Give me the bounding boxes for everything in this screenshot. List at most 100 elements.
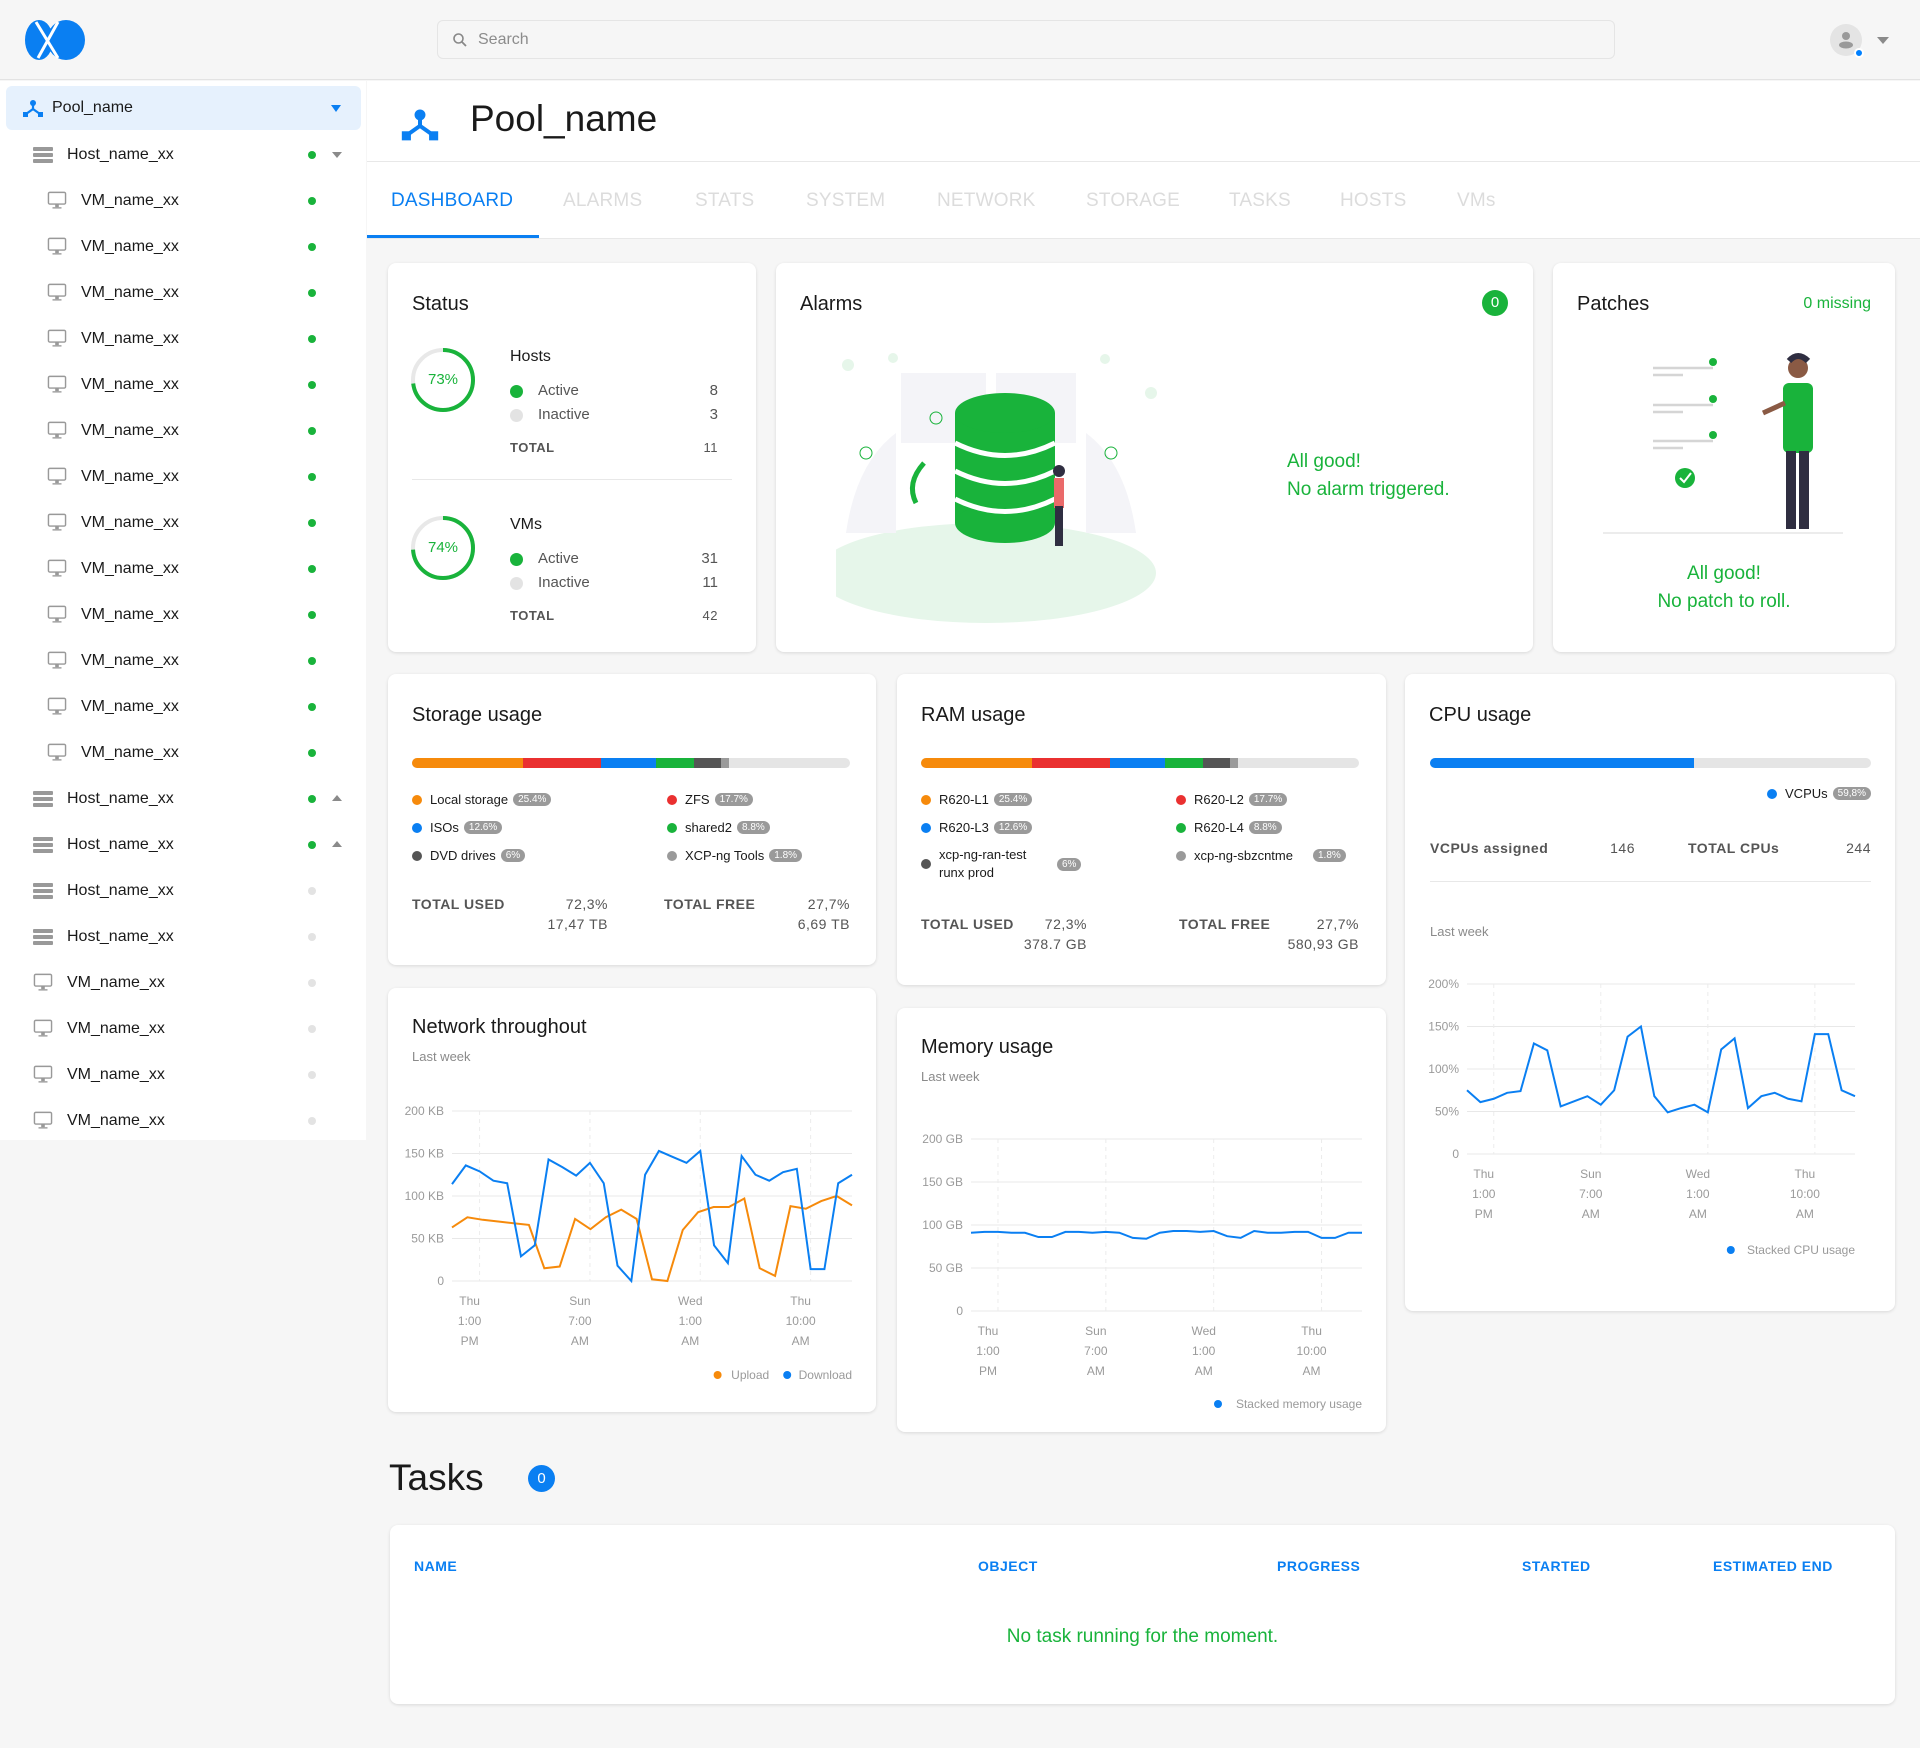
- ram-total-free-label: TOTAL FREE: [1179, 916, 1271, 932]
- column-progress[interactable]: PROGRESS: [1277, 1558, 1360, 1574]
- sidebar-item-vm[interactable]: VM_name_xx: [0, 316, 366, 362]
- chevron-down-icon[interactable]: [331, 105, 341, 112]
- vms-inactive-label: Inactive: [538, 574, 590, 591]
- tab-system[interactable]: SYSTEM: [806, 190, 885, 212]
- sidebar-item-host[interactable]: Host_name_xx: [0, 132, 366, 178]
- column-object[interactable]: OBJECT: [978, 1558, 1038, 1574]
- tab-tasks[interactable]: TASKS: [1229, 190, 1291, 212]
- tab-vms[interactable]: VMs: [1457, 190, 1496, 212]
- search-icon: [453, 32, 467, 47]
- tab-hosts[interactable]: HOSTS: [1340, 190, 1406, 212]
- search-input[interactable]: [478, 30, 1478, 49]
- bar-segment: [523, 758, 601, 768]
- chevron-up-icon[interactable]: [332, 795, 342, 801]
- tab-alarms[interactable]: ALARMS: [563, 190, 642, 212]
- legend-item: xcp-ng-sbzcntme 1.8%: [1176, 848, 1346, 863]
- sidebar-item-host[interactable]: Host_name_xx: [0, 868, 366, 914]
- tasks-table: [390, 1525, 1895, 1704]
- x-tick-label: AM: [1195, 1364, 1213, 1378]
- legend-label: Download: [799, 1368, 852, 1382]
- sidebar-item-vm[interactable]: VM_name_xx: [0, 730, 366, 776]
- sidebar-item-vm[interactable]: VM_name_xx: [0, 684, 366, 730]
- status-title: Status: [412, 293, 469, 315]
- chevron-down-icon[interactable]: [332, 152, 342, 158]
- x-tick-label: 10:00: [1297, 1344, 1327, 1358]
- y-tick-label: 200 KB: [405, 1104, 444, 1118]
- sidebar-item-label: VM_name_xx: [67, 1020, 165, 1037]
- y-tick-label: 150%: [1428, 1020, 1459, 1034]
- sidebar-item-vm[interactable]: VM_name_xx: [0, 592, 366, 638]
- sidebar-item-vm[interactable]: VM_name_xx: [0, 408, 366, 454]
- tab-network[interactable]: NETWORK: [937, 190, 1036, 212]
- cpu-legend-vcpus: VCPUs 59,8%: [1767, 786, 1871, 801]
- sidebar-item-vm[interactable]: VM_name_xx: [0, 500, 366, 546]
- bar-segment: [1229, 758, 1238, 768]
- x-tick-label: 1:00: [679, 1314, 703, 1328]
- chevron-up-icon[interactable]: [332, 841, 342, 847]
- memory-title: Memory usage: [921, 1036, 1054, 1058]
- sidebar-item-label: VM_name_xx: [81, 514, 179, 531]
- sidebar-item-vm[interactable]: VM_name_xx: [0, 1006, 366, 1052]
- network-chart: 0 50 KB 100 KB 150 KB 200 KB Thu 1:00 PM Sun 7:00…: [405, 1104, 853, 1382]
- sidebar-item-vm[interactable]: VM_name_xx: [0, 178, 366, 224]
- vm-monitor-icon: [47, 283, 67, 301]
- bar-segment: [1203, 758, 1230, 768]
- column-started[interactable]: STARTED: [1522, 1558, 1591, 1574]
- legend-dot: [412, 794, 422, 805]
- column-estimated-end[interactable]: ESTIMATED END: [1713, 1558, 1833, 1574]
- sidebar-item-vm[interactable]: VM_name_xx: [0, 362, 366, 408]
- x-tick-label: AM: [792, 1334, 810, 1348]
- legend-label: XCP-ng Tools: [685, 848, 765, 863]
- user-menu-caret-icon[interactable]: [1877, 37, 1889, 44]
- patches-card: Patches 0 missing All good! No patch to …: [1553, 263, 1895, 652]
- search-bar[interactable]: [437, 20, 1615, 59]
- memory-subtitle: Last week: [921, 1069, 980, 1084]
- ram-usage-bar: [921, 758, 1359, 768]
- sidebar-item-vm[interactable]: VM_name_xx: [0, 270, 366, 316]
- app-logo[interactable]: [24, 19, 86, 61]
- sidebar-item-vm[interactable]: VM_name_xx: [0, 454, 366, 500]
- bar-segment: [1164, 758, 1204, 768]
- storage-total-used-pct: 72,3%: [565, 896, 608, 912]
- vms-active-count: 31: [701, 550, 718, 567]
- x-tick-label: AM: [1689, 1207, 1707, 1221]
- sidebar-item-host[interactable]: Host_name_xx: [0, 914, 366, 960]
- legend-pct: 8.8%: [736, 821, 770, 834]
- y-tick-label: 50%: [1435, 1105, 1459, 1119]
- sidebar-item-vm[interactable]: VM_name_xx: [0, 638, 366, 684]
- sidebar-item-vm[interactable]: VM_name_xx: [0, 1098, 366, 1144]
- legend-pct: 6%: [1057, 857, 1082, 871]
- network-subtitle: Last week: [412, 1049, 471, 1064]
- status-dot: [308, 703, 316, 711]
- sidebar-item-host[interactable]: Host_name_xx: [0, 822, 366, 868]
- legend-dot: [1176, 850, 1186, 861]
- sidebar-item-label: Host_name_xx: [67, 836, 174, 853]
- inactive-dot: [510, 577, 523, 590]
- sidebar-item-vm[interactable]: VM_name_xx: [0, 546, 366, 592]
- legend-pct: 25.4%: [993, 793, 1033, 806]
- vm-monitor-icon: [33, 1065, 53, 1083]
- sidebar-item-pool[interactable]: Pool_name: [6, 86, 361, 130]
- legend-item: Local storage 25.4%: [412, 792, 552, 807]
- status-dot: [308, 243, 316, 251]
- legend-dot: [1176, 822, 1186, 833]
- legend-label: Upload: [731, 1368, 769, 1382]
- bar-segment: [720, 758, 729, 768]
- sidebar-item-vm[interactable]: VM_name_xx: [0, 224, 366, 270]
- sidebar-item-vm[interactable]: VM_name_xx: [0, 960, 366, 1006]
- legend-dot: [667, 850, 677, 861]
- column-name[interactable]: NAME: [414, 1558, 457, 1574]
- sidebar-item-vm[interactable]: VM_name_xx: [0, 1052, 366, 1098]
- tab-dashboard[interactable]: DASHBOARD: [391, 190, 513, 212]
- storage-total-free-pct: 27,7%: [807, 896, 850, 912]
- vm-monitor-icon: [47, 467, 67, 485]
- tab-storage[interactable]: STORAGE: [1086, 190, 1180, 212]
- y-tick-label: 150 KB: [405, 1147, 444, 1161]
- vm-monitor-icon: [47, 375, 67, 393]
- legend-dot: [667, 794, 677, 805]
- storage-total-free-label: TOTAL FREE: [664, 896, 756, 912]
- vm-monitor-icon: [47, 421, 67, 439]
- tab-stats[interactable]: STATS: [695, 190, 754, 212]
- x-tick-label: Thu: [978, 1324, 999, 1338]
- sidebar-item-host[interactable]: Host_name_xx: [0, 776, 366, 822]
